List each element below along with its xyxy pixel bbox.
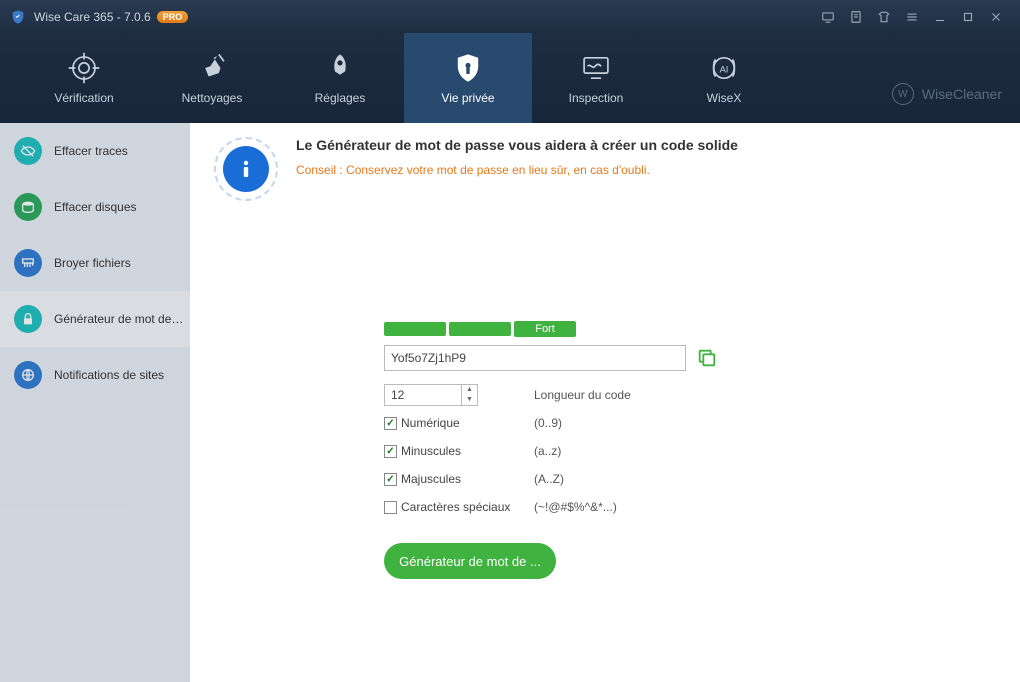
info-badge-icon	[214, 137, 278, 201]
checkbox-lowercase[interactable]	[384, 445, 397, 458]
rocket-icon	[323, 51, 357, 85]
disk-icon	[14, 193, 42, 221]
sidebar-item-effacer-traces[interactable]: Effacer traces	[0, 123, 190, 179]
strength-seg-2	[449, 322, 511, 336]
broom-icon	[195, 51, 229, 85]
monitor-icon	[579, 51, 613, 85]
spinner-up[interactable]: ▲	[462, 385, 477, 395]
page-tip: Conseil : Conservez votre mot de passe e…	[296, 163, 738, 177]
app-shield-icon	[10, 9, 26, 25]
length-spinner[interactable]: 12 ▲▼	[384, 384, 478, 406]
checkbox-uppercase[interactable]	[384, 473, 397, 486]
checkbox-special[interactable]	[384, 501, 397, 514]
privacy-shield-icon	[451, 51, 485, 85]
feedback-icon[interactable]	[814, 3, 842, 31]
shredder-icon	[14, 249, 42, 277]
strength-seg-1	[384, 322, 446, 336]
sidebar: Effacer traces Effacer disques Broyer fi…	[0, 123, 190, 682]
maximize-icon[interactable]	[954, 3, 982, 31]
minimize-icon[interactable]	[926, 3, 954, 31]
lock-icon	[14, 305, 42, 333]
generate-button[interactable]: Générateur de mot de ...	[384, 543, 556, 579]
pro-badge: PRO	[157, 11, 189, 23]
password-output[interactable]	[384, 345, 686, 371]
page-heading: Le Générateur de mot de passe vous aider…	[296, 137, 738, 153]
tab-verification[interactable]: Vérification	[20, 33, 148, 123]
tab-nettoyages[interactable]: Nettoyages	[148, 33, 276, 123]
app-title: Wise Care 365 - 7.0.6	[34, 10, 151, 24]
target-icon	[67, 51, 101, 85]
header-nav: Vérification Nettoyages Réglages Vie pri…	[0, 33, 1020, 123]
numeric-hint: (0..9)	[534, 416, 562, 430]
ai-icon: AI	[707, 51, 741, 85]
brand-logo[interactable]: W WiseCleaner	[892, 83, 1002, 105]
globe-icon	[14, 361, 42, 389]
eye-off-icon	[14, 137, 42, 165]
tab-inspection[interactable]: Inspection	[532, 33, 660, 123]
notes-icon[interactable]	[842, 3, 870, 31]
tshirt-icon[interactable]	[870, 3, 898, 31]
length-label: Longueur du code	[534, 388, 631, 402]
sidebar-item-broyer-fichiers[interactable]: Broyer fichiers	[0, 235, 190, 291]
tab-wisex[interactable]: AI WiseX	[660, 33, 788, 123]
content-area: Le Générateur de mot de passe vous aider…	[190, 123, 1020, 682]
titlebar: Wise Care 365 - 7.0.6 PRO	[0, 0, 1020, 33]
special-hint: (~!@#$%^&*...)	[534, 500, 617, 514]
copy-button[interactable]	[696, 347, 718, 369]
uppercase-hint: (A..Z)	[534, 472, 564, 486]
svg-text:AI: AI	[720, 64, 729, 74]
close-icon[interactable]	[982, 3, 1010, 31]
brand-w-icon: W	[892, 83, 914, 105]
strength-meter: Fort	[384, 321, 854, 337]
strength-label: Fort	[514, 321, 576, 337]
tab-reglages[interactable]: Réglages	[276, 33, 404, 123]
checkbox-numeric[interactable]	[384, 417, 397, 430]
tab-vie-privee[interactable]: Vie privée	[404, 33, 532, 123]
menu-icon[interactable]	[898, 3, 926, 31]
sidebar-item-effacer-disques[interactable]: Effacer disques	[0, 179, 190, 235]
lowercase-hint: (a..z)	[534, 444, 561, 458]
spinner-down[interactable]: ▼	[462, 395, 477, 405]
sidebar-item-generateur[interactable]: Générateur de mot de p...	[0, 291, 190, 347]
sidebar-item-notifications[interactable]: Notifications de sites	[0, 347, 190, 403]
